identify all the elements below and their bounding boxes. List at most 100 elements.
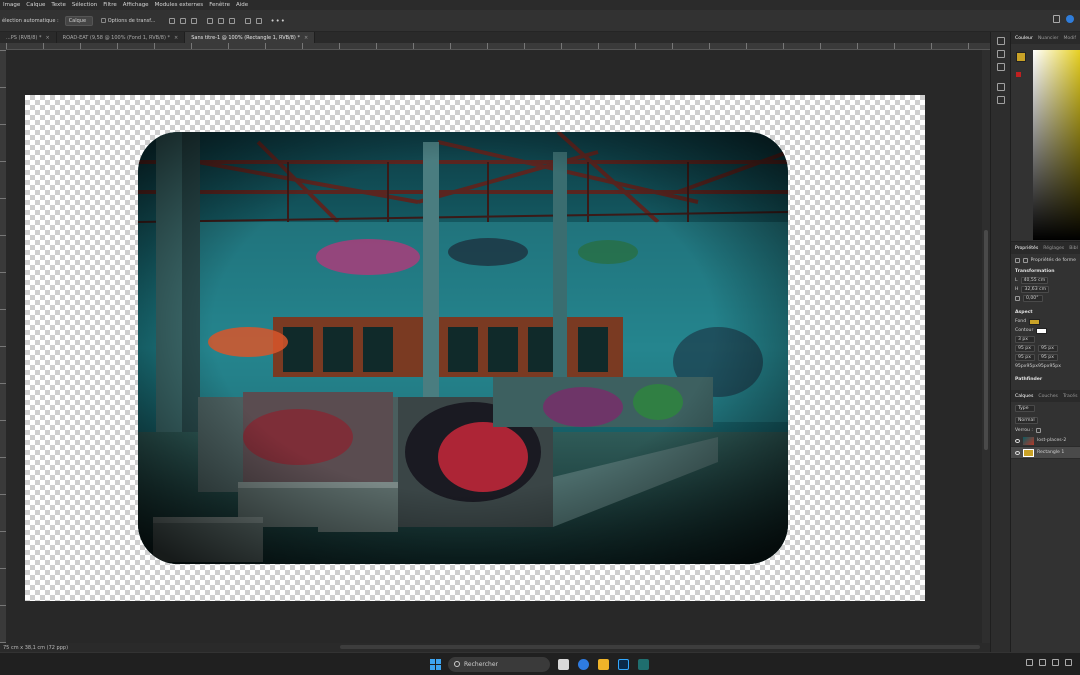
panel-icon-column (990, 32, 1010, 652)
document-size-status[interactable]: 75 cm x 38,1 cm (72 ppp) (3, 645, 68, 651)
shape-icon (1015, 257, 1020, 263)
radius-top-right-field[interactable]: 95 px (1038, 345, 1058, 352)
layers-panel-tabs: Calques Couches Tracés (1011, 390, 1080, 402)
height-row: H 32,63 cm (1011, 285, 1080, 294)
close-icon[interactable]: × (304, 35, 308, 41)
comments-icon[interactable] (996, 63, 1005, 71)
app-icon[interactable] (638, 659, 649, 670)
masked-photo-rounded-rectangle[interactable] (138, 132, 788, 564)
more-options-icon[interactable]: ••• (270, 17, 285, 25)
menu-fenetre[interactable]: Fenêtre (206, 2, 233, 8)
brush-icon[interactable] (996, 83, 1005, 91)
menu-filtre[interactable]: Filtre (100, 2, 120, 8)
transform-section-title[interactable]: Transformation (1011, 266, 1080, 276)
shape-props-row: Propriétés de forme (1011, 254, 1080, 266)
radius-bottom-left-field[interactable]: 95 px (1015, 354, 1035, 361)
document-canvas[interactable] (25, 95, 925, 601)
account-avatar[interactable] (1066, 15, 1074, 23)
align-bottom-icon[interactable] (229, 17, 236, 24)
volume-icon[interactable] (1052, 659, 1059, 666)
tab-calques[interactable]: Calques (1015, 394, 1033, 399)
align-right-icon[interactable] (191, 17, 198, 24)
windows-start-icon[interactable] (430, 659, 441, 670)
align-top-icon[interactable] (207, 17, 214, 24)
angle-field[interactable]: 0,00° (1023, 295, 1043, 302)
radius-summary-row: 95px95px95px95px (1011, 362, 1080, 371)
share-icon[interactable] (1053, 15, 1060, 23)
sliders-icon[interactable] (996, 96, 1005, 104)
auto-select-dropdown[interactable]: Calque (64, 15, 93, 26)
menu-affichage[interactable]: Affichage (120, 2, 152, 8)
menu-selection[interactable]: Sélection (69, 2, 100, 8)
transform-options-label: Options de transf... (107, 17, 156, 24)
align-center-icon[interactable] (180, 17, 187, 24)
tab-document-2[interactable]: ROAD-EAT (9,58 @ 100% (Fond 1, RVB/8) * × (57, 32, 186, 43)
tab-nuancier[interactable]: Nuancier (1038, 36, 1059, 41)
scrollbar-thumb[interactable] (984, 230, 988, 450)
tab-document-1[interactable]: ...PS (RVB/8) * × (0, 32, 57, 43)
menu-texte[interactable]: Texte (48, 2, 69, 8)
file-explorer-icon[interactable] (598, 659, 609, 670)
network-icon[interactable] (1039, 659, 1046, 666)
transform-controls-checkbox[interactable]: Options de transf... (100, 17, 156, 24)
close-icon[interactable]: × (45, 35, 49, 41)
radius-top-left-field[interactable]: 95 px (1015, 345, 1035, 352)
visibility-eye-icon[interactable] (1015, 438, 1020, 443)
radius-bottom-right-field[interactable]: 95 px (1038, 354, 1058, 361)
layer-row[interactable]: Rectangle 1 (1011, 447, 1080, 459)
distribute-spacing-icon[interactable] (256, 17, 263, 24)
horizontal-scrollbar[interactable] (340, 645, 980, 649)
tab-proprietes[interactable]: Propriétés (1015, 246, 1038, 251)
options-bar: élection automatique : Calque Options de… (0, 10, 1080, 32)
menu-calque[interactable]: Calque (23, 2, 48, 8)
align-middle-icon[interactable] (218, 17, 225, 24)
radius-bottom-row: 95 px 95 px (1011, 353, 1080, 362)
layer-thumbnail (1023, 436, 1034, 445)
fill-color-swatch[interactable] (1029, 318, 1041, 325)
stroke-color-swatch[interactable] (1036, 327, 1048, 334)
stroke-size-field[interactable]: 3 px (1015, 336, 1035, 343)
tab-bibliotheques[interactable]: Bibl (1069, 246, 1078, 251)
tab-document-3[interactable]: Sans titre-1 @ 100% (Rectangle 1, RVB/8)… (185, 32, 316, 43)
distribute-icon[interactable] (245, 17, 252, 24)
checkbox-icon (100, 18, 106, 23)
width-field[interactable]: 40,55 cm (1020, 277, 1049, 284)
menu-image[interactable]: Image (0, 2, 23, 8)
layer-filter-dropdown[interactable]: Type (1015, 404, 1035, 412)
lock-icon[interactable] (1035, 428, 1041, 433)
tab-label: ...PS (RVB/8) * (6, 34, 42, 41)
taskbar-search[interactable]: Rechercher (448, 657, 550, 672)
aspect-section-title[interactable]: Aspect (1011, 307, 1080, 317)
align-left-icon[interactable] (169, 17, 176, 24)
blend-mode-dropdown[interactable]: Normal (1015, 416, 1038, 424)
task-view-icon[interactable] (558, 659, 569, 670)
photoshop-app-icon[interactable] (618, 659, 629, 670)
tab-couches[interactable]: Couches (1038, 394, 1058, 399)
options-right (1053, 15, 1074, 23)
pathfinder-section-title[interactable]: Pathfinder (1011, 374, 1080, 384)
history-icon[interactable] (996, 37, 1005, 45)
tab-modif[interactable]: Modif (1063, 36, 1076, 41)
menu-aide[interactable]: Aide (233, 2, 251, 8)
right-panels: Couleur Nuancier Modif Propriétés Réglag… (1010, 32, 1080, 652)
visibility-eye-icon[interactable] (1015, 450, 1020, 455)
height-field[interactable]: 32,63 cm (1021, 286, 1050, 293)
layer-name[interactable]: lost-places-2 (1037, 438, 1066, 443)
fill-label: Fond (1015, 319, 1027, 324)
play-action-icon[interactable] (996, 50, 1005, 58)
lost-places-photo (138, 132, 788, 564)
layer-row[interactable]: lost-places-2 (1011, 435, 1080, 447)
color-picker-field[interactable] (1033, 50, 1080, 240)
vertical-scrollbar[interactable] (982, 50, 990, 643)
menu-modules-externes[interactable]: Modules externes (152, 2, 207, 8)
tab-couleur[interactable]: Couleur (1015, 36, 1033, 41)
close-icon[interactable]: × (174, 35, 178, 41)
tab-reglages[interactable]: Réglages (1043, 246, 1064, 251)
workspace[interactable] (6, 50, 990, 643)
tab-traces[interactable]: Tracés (1063, 394, 1078, 399)
foreground-color-swatch[interactable] (1016, 52, 1026, 62)
battery-icon[interactable] (1065, 659, 1072, 666)
layer-name[interactable]: Rectangle 1 (1037, 450, 1064, 455)
chevron-up-icon[interactable] (1026, 659, 1033, 666)
edge-browser-icon[interactable] (578, 659, 589, 670)
